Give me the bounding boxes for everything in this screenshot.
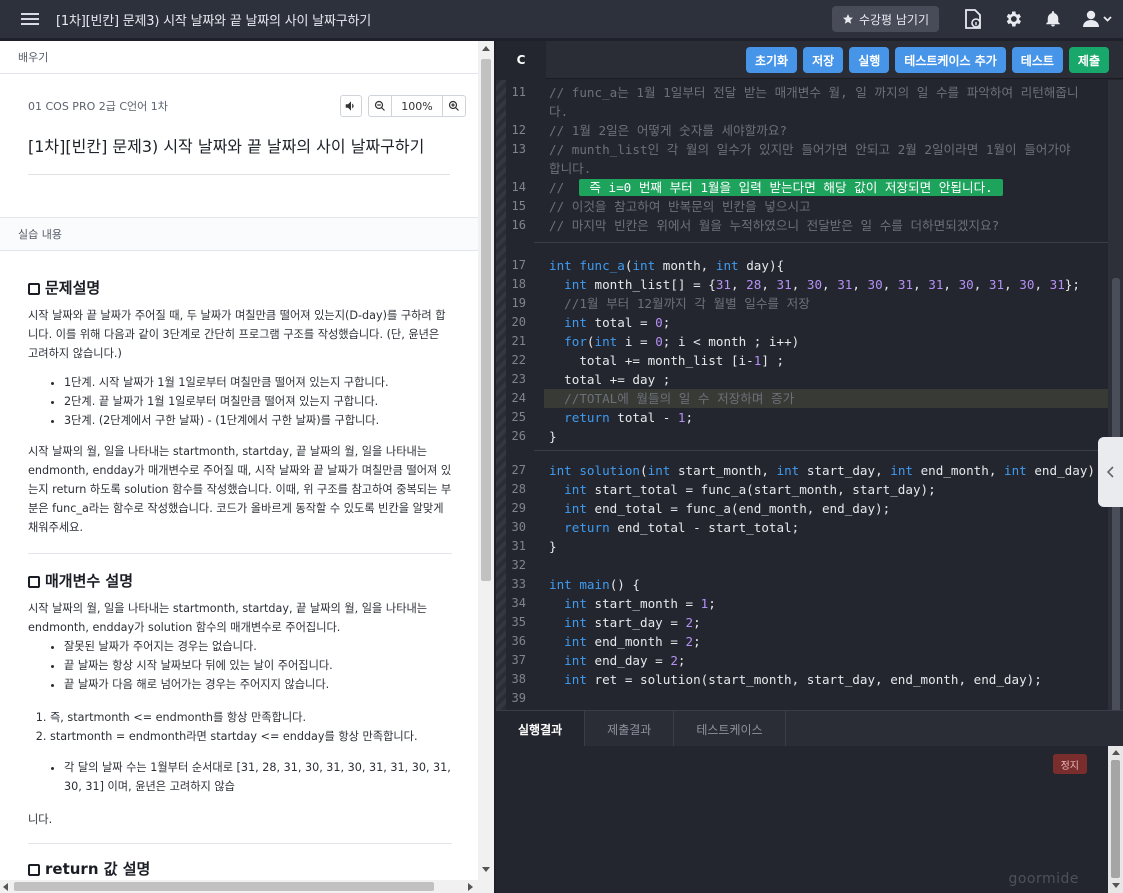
submit-button[interactable]: 제출 (1068, 47, 1109, 73)
learning-panel: 배우기 01 COS PRO 2급 C언어 1차 100% [1차][빈칸] 문… (0, 41, 494, 893)
code-editor[interactable]: 11// func_a는 1월 1일부터 전달 받는 매개변수 월, 일 까지의… (496, 80, 1108, 710)
speaker-icon[interactable] (340, 95, 362, 117)
divider (28, 174, 450, 175)
zoom-out-icon[interactable] (369, 96, 391, 116)
divider (28, 553, 452, 554)
list-item: 2단계. 끝 날짜가 1월 1일로부터 며칠만큼 떨어져 있는지 구합니다. (64, 392, 452, 411)
description-paragraph-2: 시작 날짜의 월, 일을 나타내는 startmonth, startday, … (28, 445, 452, 534)
course-name: 01 COS PRO 2급 C언어 1차 (28, 100, 168, 113)
checkbox-square-icon (28, 282, 40, 295)
output-vertical-scrollbar[interactable] (1108, 746, 1123, 893)
tab-run-result[interactable]: 실행결과 (496, 711, 586, 747)
month-days-list: 각 달의 날짜 수는 1월부터 순서대로 [31, 28, 31, 30, 31… (28, 758, 452, 796)
parameter-paragraph: 시작 날짜의 월, 일을 나타내는 startmonth, startday, … (28, 602, 428, 634)
list-item: 잘못된 날짜가 주어지는 경우는 없습니다. (64, 637, 452, 656)
output-area: 정지 goormide (496, 746, 1123, 893)
editor-panel: C 초기화 저장 실행 테스트케이스 추가 테스트 제출 11// func_a… (496, 40, 1123, 893)
reset-button[interactable]: 초기화 (745, 47, 798, 73)
separator (534, 450, 1108, 451)
list-item: 끝 날짜는 항상 시작 날짜보다 뒤에 있는 날이 주어집니다. (64, 656, 452, 675)
user-menu-icon[interactable] (1073, 0, 1123, 38)
list-item: 각 달의 날짜 수는 1월부터 순서대로 [31, 28, 31, 30, 31… (64, 758, 452, 796)
parameter-heading: 매개변수 설명 (28, 572, 452, 591)
editor-vertical-scrollbar[interactable] (1108, 80, 1123, 718)
condition-list: 즉, startmonth <= endmonth를 항상 만족합니다. sta… (28, 708, 452, 746)
star-icon (842, 14, 853, 24)
document-info-icon[interactable] (953, 0, 993, 38)
left-horizontal-scrollbar[interactable] (0, 880, 478, 893)
top-bar: [1차][빈칸] 문제3) 시작 날짜와 끝 날짜의 사이 날짜구하기 수강평 … (0, 0, 1123, 38)
menu-icon[interactable] (12, 0, 48, 38)
parameter-tail: 니다. (28, 813, 53, 826)
description-heading: 문제설명 (28, 279, 452, 298)
brand-logo: goormide (1008, 871, 1079, 887)
run-button[interactable]: 실행 (849, 47, 890, 73)
stop-button[interactable]: 정지 (1052, 754, 1087, 774)
problem-content: 문제설명 시작 날짜와 끝 날짜가 주어질 때, 두 날짜가 며칠만큼 떨어져 … (28, 279, 452, 887)
collapse-panel-handle[interactable] (1098, 437, 1123, 507)
scrollbar-thumb[interactable] (481, 59, 491, 581)
learning-header: 배우기 (0, 41, 494, 74)
scrollbar-thumb[interactable] (14, 882, 434, 891)
separator (534, 242, 1108, 243)
divider (28, 843, 452, 844)
scrollbar-thumb[interactable] (1111, 760, 1120, 878)
add-testcase-button[interactable]: 테스트케이스 추가 (895, 47, 1006, 73)
chevron-left-icon (1106, 466, 1114, 478)
return-heading: return 값 설명 (28, 860, 452, 879)
zoom-level: 100% (391, 96, 443, 116)
list-item: 3단계. (2단계에서 구한 날짜) - (1단계에서 구한 날짜)를 구합니다… (64, 411, 452, 430)
checkbox-square-icon (28, 863, 40, 876)
review-label: 수강평 남기기 (858, 12, 929, 27)
leave-review-button[interactable]: 수강평 남기기 (831, 6, 939, 32)
list-item: 1단계. 시작 날짜가 1월 1일로부터 며칠만큼 떨어져 있는지 구합니다. (64, 373, 452, 392)
test-button[interactable]: 테스트 (1011, 47, 1063, 73)
tab-c-file[interactable]: C (496, 40, 546, 79)
gear-icon[interactable] (993, 0, 1033, 38)
description-paragraph-1: 시작 날짜와 끝 날짜가 주어질 때, 두 날짜가 며칠만큼 떨어져 있는지(D… (28, 309, 446, 360)
parameter-list: 잘못된 날짜가 주어지는 경우는 없습니다. 끝 날짜는 항상 시작 날짜보다 … (28, 637, 452, 694)
practice-section-header: 실습 내용 (0, 217, 478, 251)
step-list: 1단계. 시작 날짜가 1월 1일로부터 며칠만큼 떨어져 있는지 구합니다. … (28, 373, 452, 430)
left-vertical-scrollbar[interactable] (478, 41, 494, 893)
page-title: [1차][빈칸] 문제3) 시작 날짜와 끝 날짜의 사이 날짜구하기 (56, 13, 371, 29)
bell-icon[interactable] (1033, 0, 1073, 38)
tab-submit-result[interactable]: 제출결과 (585, 711, 675, 747)
output-tabs: 실행결과 제출결과 테스트케이스 (496, 710, 1123, 747)
problem-title: [1차][빈칸] 문제3) 시작 날짜와 끝 날짜의 사이 날짜구하기 (28, 137, 425, 156)
zoom-in-icon[interactable] (443, 96, 465, 116)
list-item: 즉, startmonth <= endmonth를 항상 만족합니다. (50, 708, 452, 727)
zoom-control: 100% (368, 95, 466, 117)
checkbox-square-icon (28, 575, 40, 588)
tab-testcases[interactable]: 테스트케이스 (674, 711, 786, 747)
save-button[interactable]: 저장 (803, 47, 844, 73)
list-item: startmonth = endmonth라면 startday <= endd… (50, 727, 452, 746)
list-item: 끝 날짜가 다음 해로 넘어가는 경우는 주어지지 않습니다. (64, 675, 452, 694)
